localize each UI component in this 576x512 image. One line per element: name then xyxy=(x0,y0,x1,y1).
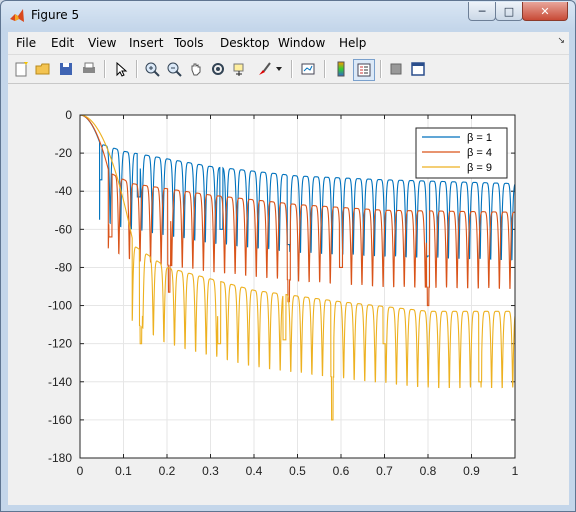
menu-tools[interactable]: Tools xyxy=(174,36,204,50)
x-tick-label: 0.9 xyxy=(463,464,480,478)
menu-edit[interactable]: Edit xyxy=(51,36,74,50)
maximize-button[interactable]: □ xyxy=(495,2,523,21)
data-cursor-icon[interactable] xyxy=(230,59,250,79)
y-tick-label: -100 xyxy=(48,299,72,313)
legend-label-beta4: β = 4 xyxy=(467,147,492,159)
x-tick-label: 0.5 xyxy=(289,464,306,478)
menu-window[interactable]: Window xyxy=(278,36,325,50)
close-button[interactable]: ✕ xyxy=(522,2,568,21)
y-tick-label: -80 xyxy=(55,260,73,274)
y-tick-label: -140 xyxy=(48,375,72,389)
plot-svg[interactable]: 0 0.1 0.2 0.3 0.4 0.5 0.6 0.7 0.8 0.9 1 0 -20 -40 -60 -… xyxy=(8,84,569,505)
y-tick-label: -180 xyxy=(48,451,72,465)
hide-plot-tools-icon[interactable] xyxy=(386,59,406,79)
toolbar-separator xyxy=(291,60,293,78)
x-tick-label: 0.8 xyxy=(420,464,437,478)
menu-overflow-icon[interactable]: ↘ xyxy=(557,36,565,46)
zoom-out-icon[interactable] xyxy=(164,59,184,79)
menu-bar: File Edit View Insert Tools Desktop Wind… xyxy=(8,32,569,55)
x-tick-label: 0.3 xyxy=(202,464,219,478)
x-tick-label: 0.4 xyxy=(246,464,263,478)
title-bar[interactable]: Figure 5 ─ □ ✕ xyxy=(1,1,575,31)
toolbar-separator xyxy=(136,60,138,78)
y-tick-label: 0 xyxy=(65,108,72,122)
figure-canvas: 0 0.1 0.2 0.3 0.4 0.5 0.6 0.7 0.8 0.9 1 0 -20 -40 -60 -… xyxy=(8,84,569,505)
rotate-icon[interactable] xyxy=(208,59,228,79)
y-tick-label: -40 xyxy=(55,184,73,198)
menu-view[interactable]: View xyxy=(88,36,116,50)
figure-window: Figure 5 ─ □ ✕ File Edit View Insert Too… xyxy=(0,0,576,512)
x-tick-label: 0.2 xyxy=(159,464,176,478)
legend-label-beta1: β = 1 xyxy=(467,132,492,144)
matlab-logo-icon xyxy=(10,9,24,22)
toolbar-separator xyxy=(380,60,382,78)
print-icon[interactable] xyxy=(79,59,99,79)
x-tick-label: 0.6 xyxy=(333,464,350,478)
menu-help[interactable]: Help xyxy=(339,36,366,50)
show-plot-tools-icon[interactable] xyxy=(408,59,428,79)
colorbar-icon[interactable] xyxy=(331,59,351,79)
x-tick-label: 0 xyxy=(77,464,84,478)
y-tick-label: -120 xyxy=(48,337,72,351)
brush-dropdown-icon[interactable] xyxy=(274,59,284,79)
zoom-in-icon[interactable] xyxy=(142,59,162,79)
menu-desktop[interactable]: Desktop xyxy=(220,36,270,50)
open-file-icon[interactable] xyxy=(33,59,53,79)
menu-file[interactable]: File xyxy=(16,36,36,50)
x-tick-label: 1 xyxy=(512,464,519,478)
legend-icon[interactable] xyxy=(353,59,375,81)
x-tick-label: 0.7 xyxy=(376,464,393,478)
brush-icon[interactable] xyxy=(254,59,274,79)
new-figure-icon[interactable] xyxy=(11,59,31,79)
link-plot-icon[interactable] xyxy=(298,59,318,79)
pointer-icon[interactable] xyxy=(111,59,131,79)
legend-label-beta9: β = 9 xyxy=(467,162,492,174)
legend-box xyxy=(415,127,508,179)
pan-icon[interactable] xyxy=(186,59,206,79)
window-title: Figure 5 xyxy=(31,8,80,22)
y-tick-label: -60 xyxy=(55,222,73,236)
toolbar-separator xyxy=(324,60,326,78)
menu-insert[interactable]: Insert xyxy=(129,36,163,50)
legend[interactable]: β = 1 β = 4 β = 9 xyxy=(415,127,508,179)
minimize-button[interactable]: ─ xyxy=(468,2,496,21)
save-icon[interactable] xyxy=(56,59,76,79)
toolbar xyxy=(8,55,569,84)
x-tick-label: 0.1 xyxy=(115,464,132,478)
toolbar-separator xyxy=(104,60,106,78)
y-tick-label: -160 xyxy=(48,413,72,427)
y-tick-label: -20 xyxy=(55,146,73,160)
